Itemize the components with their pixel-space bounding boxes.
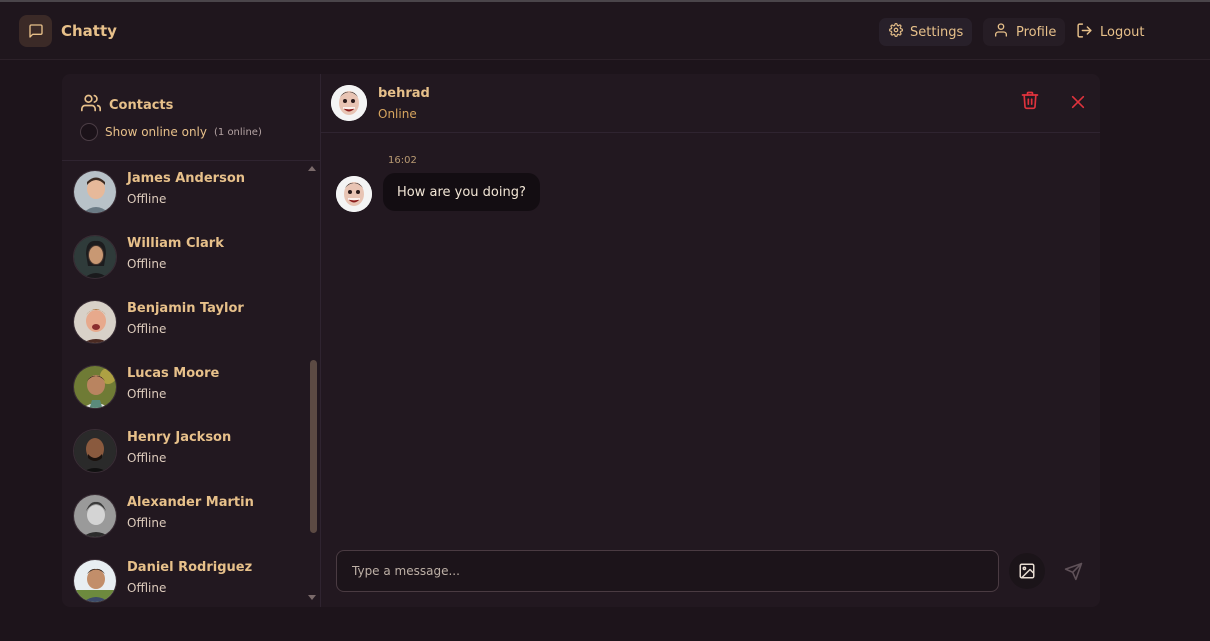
contact-name: Alexander Martin xyxy=(127,495,254,510)
online-filter[interactable]: Show online only (1 online) xyxy=(80,123,262,141)
chat-user-status: Online xyxy=(378,107,417,121)
contact-status: Offline xyxy=(127,257,167,271)
user-icon xyxy=(993,22,1016,42)
chat-header: behrad Online xyxy=(321,74,1100,133)
contact-item[interactable]: Henry Jackson Offline xyxy=(62,419,307,483)
contact-name: Daniel Rodriguez xyxy=(127,560,253,575)
contact-name: Benjamin Taylor xyxy=(127,301,244,316)
brand[interactable]: Chatty xyxy=(19,15,117,47)
users-icon xyxy=(81,93,109,117)
avatar xyxy=(73,300,117,344)
logout-label: Logout xyxy=(1100,24,1145,40)
online-only-checkbox[interactable] xyxy=(80,123,98,141)
close-icon[interactable] xyxy=(1070,94,1086,114)
contact-item[interactable]: Daniel Rodriguez Offline xyxy=(62,549,307,607)
contact-item[interactable]: Alexander Martin Offline xyxy=(62,484,307,548)
sidebar-header: Contacts Show online only (1 online) xyxy=(62,74,321,161)
contact-item[interactable]: William Clark Offline xyxy=(62,225,307,289)
scroll-up-arrow[interactable] xyxy=(308,166,316,171)
online-filter-label: Show online only xyxy=(105,125,207,139)
avatar xyxy=(73,170,117,214)
navbar: Chatty Settings Profile Logout xyxy=(0,2,1210,60)
logout-button[interactable]: Logout xyxy=(1066,18,1156,46)
contact-status: Offline xyxy=(127,192,167,206)
gear-icon xyxy=(889,23,910,41)
contact-status: Offline xyxy=(127,581,167,595)
contact-item[interactable]: Lucas Moore Offline xyxy=(62,355,307,419)
contact-item[interactable]: James Anderson Offline xyxy=(62,162,307,224)
chat-bubble-icon xyxy=(19,15,52,47)
message-composer xyxy=(321,534,1100,607)
contact-item[interactable]: Benjamin Taylor Offline xyxy=(62,290,307,354)
settings-label: Settings xyxy=(910,24,964,40)
trash-icon[interactable] xyxy=(1020,89,1040,115)
avatar xyxy=(73,235,117,279)
contact-name: Henry Jackson xyxy=(127,430,232,445)
contacts-heading: Contacts xyxy=(81,93,173,117)
contact-name: Lucas Moore xyxy=(127,366,220,381)
avatar xyxy=(73,429,117,473)
message-input[interactable] xyxy=(336,550,999,592)
contact-status: Offline xyxy=(127,516,167,530)
profile-button[interactable]: Profile xyxy=(983,18,1065,46)
profile-label: Profile xyxy=(1016,24,1057,40)
online-count: (1 online) xyxy=(214,126,262,138)
image-icon[interactable] xyxy=(1009,553,1045,589)
app-name: Chatty xyxy=(61,22,117,40)
avatar xyxy=(331,85,367,121)
avatar xyxy=(73,559,117,603)
contacts-sidebar: Contacts Show online only (1 online) Jam… xyxy=(62,74,321,607)
message-bubble: How are you doing? xyxy=(383,173,540,211)
contacts-title: Contacts xyxy=(109,97,174,113)
contact-name: William Clark xyxy=(127,236,224,251)
chat-panel: Contacts Show online only (1 online) Jam… xyxy=(62,74,1100,607)
logout-icon xyxy=(1076,22,1100,43)
scroll-down-arrow[interactable] xyxy=(308,595,316,600)
chat-area: behrad Online 16:02 How are you doing? xyxy=(321,74,1100,607)
send-icon[interactable] xyxy=(1055,553,1091,589)
contact-status: Offline xyxy=(127,451,167,465)
settings-button[interactable]: Settings xyxy=(879,18,972,46)
contact-list[interactable]: James Anderson Offline William Clark Off… xyxy=(62,162,321,607)
message-time: 16:02 xyxy=(388,155,417,166)
avatar xyxy=(73,365,117,409)
contact-status: Offline xyxy=(127,322,167,336)
contact-status: Offline xyxy=(127,387,167,401)
contact-name: James Anderson xyxy=(127,171,246,186)
avatar xyxy=(73,494,117,538)
scrollbar-thumb[interactable] xyxy=(310,360,317,533)
chat-username: behrad xyxy=(378,86,430,101)
avatar xyxy=(336,176,372,212)
